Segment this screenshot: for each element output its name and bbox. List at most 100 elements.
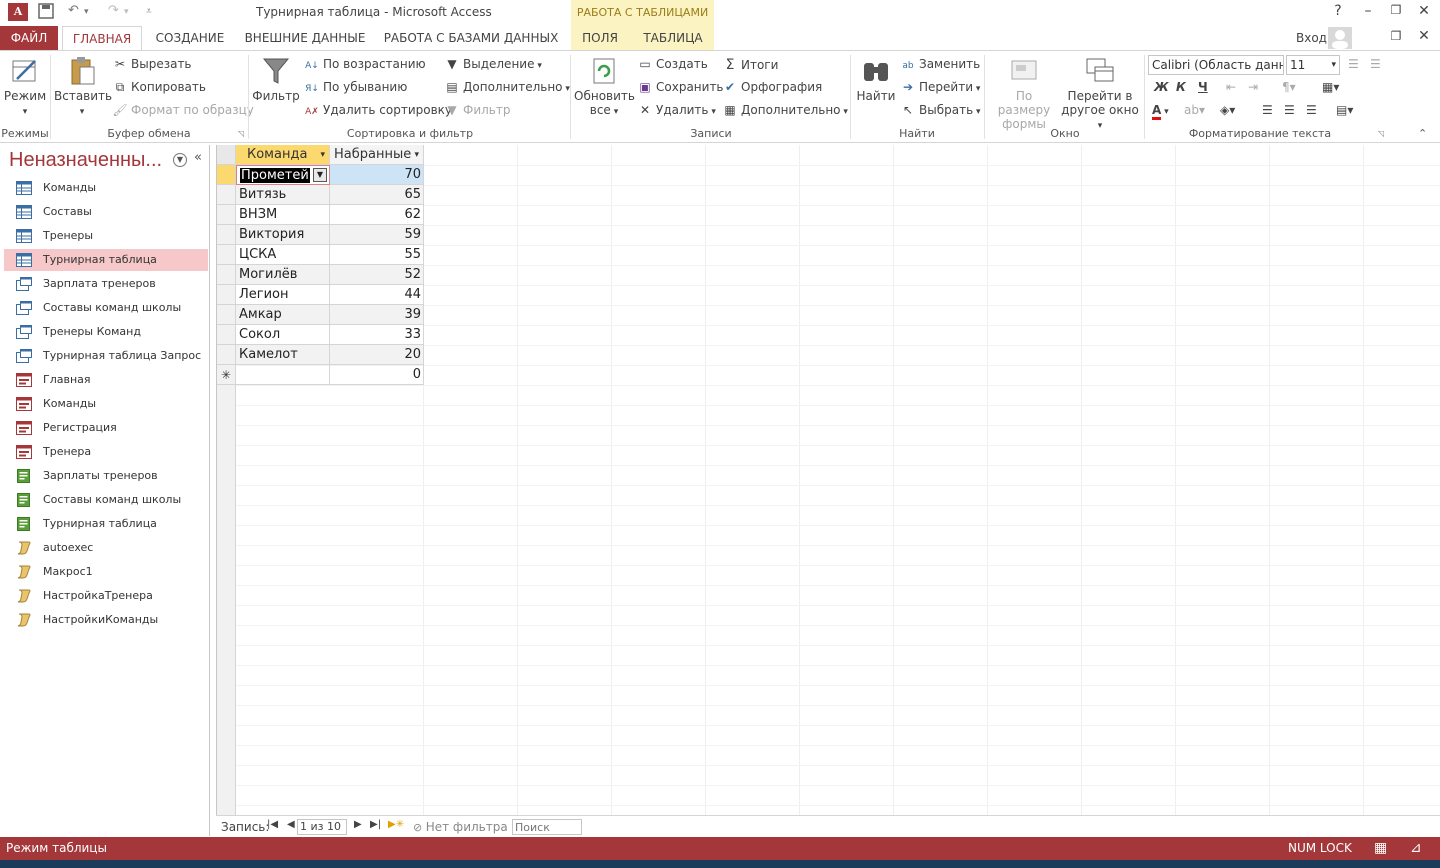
save-icon[interactable] <box>38 3 54 23</box>
row-selector[interactable] <box>217 165 236 185</box>
gridlines-icon[interactable]: ▦▾ <box>1322 80 1339 94</box>
collapse-ribbon-icon[interactable]: ⌃ <box>1418 127 1427 140</box>
filter-button[interactable]: Фильтр <box>252 55 300 103</box>
cell-points[interactable]: 39 <box>330 305 424 325</box>
sort-ascending-button[interactable]: A↓ По возрастанию <box>304 57 426 71</box>
tab-database-tools[interactable]: РАБОТА С БАЗАМИ ДАННЫХ <box>380 26 562 50</box>
tab-create[interactable]: СОЗДАНИЕ <box>148 26 232 50</box>
cell-team[interactable]: Виктория <box>236 225 330 245</box>
close-icon[interactable]: ✕ <box>1412 3 1436 19</box>
undo-dropdown-icon[interactable]: ▾ <box>84 7 89 17</box>
toggle-filter-button[interactable]: ▼ Фильтр <box>444 103 510 117</box>
row-selector[interactable] <box>217 185 236 205</box>
nav-item-query[interactable]: Турнирная таблица Запрос <box>4 345 208 367</box>
nav-item-macro[interactable]: НастройкиКоманды <box>4 609 208 631</box>
tab-external-data[interactable]: ВНЕШНИЕ ДАННЫЕ <box>240 26 370 50</box>
goto-button[interactable]: ➔ Перейти ▾ <box>900 80 980 94</box>
more-records-button[interactable]: ▦ Дополнительно ▾ <box>722 103 848 117</box>
dialog-launcher-icon[interactable]: ◹ <box>238 129 244 138</box>
nav-item-query[interactable]: Тренеры Команд <box>4 321 208 343</box>
align-left-icon[interactable]: ☰ <box>1262 103 1273 117</box>
cell-points[interactable]: 55 <box>330 245 424 265</box>
last-record-icon[interactable]: ▶| <box>370 819 381 830</box>
cell-points[interactable]: 70 <box>330 165 424 185</box>
row-selector[interactable] <box>217 225 236 245</box>
save-record-button[interactable]: ▣ Сохранить <box>637 80 723 94</box>
no-filter-button[interactable]: ⊘ Нет фильтра <box>413 820 508 834</box>
nav-item-query[interactable]: Зарплата тренеров <box>4 273 208 295</box>
nav-item-table[interactable]: Составы <box>4 201 208 223</box>
select-button[interactable]: ↖ Выбрать ▾ <box>900 103 981 117</box>
row-selector[interactable] <box>217 205 236 225</box>
view-mode-button[interactable]: Режим ▾ <box>2 55 48 117</box>
selection-button[interactable]: ▼ Выделение ▾ <box>444 57 541 71</box>
tab-fields[interactable]: ПОЛЯ <box>574 26 626 50</box>
increase-indent-icon[interactable]: ⇥ <box>1248 80 1258 94</box>
tab-file[interactable]: ФАЙЛ <box>0 26 58 50</box>
previous-record-icon[interactable]: ◀ <box>287 819 295 830</box>
cell-points[interactable]: 52 <box>330 265 424 285</box>
new-record-nav-icon[interactable]: ▶✳ <box>388 819 404 830</box>
paragraph-direction-icon[interactable]: ¶▾ <box>1282 80 1296 94</box>
size-to-fit-button[interactable]: По размеру формы <box>988 55 1060 131</box>
cell-points[interactable]: 20 <box>330 345 424 365</box>
refresh-all-button[interactable]: Обновить все ▾ <box>574 55 635 117</box>
nav-item-report[interactable]: Турнирная таблица <box>4 513 208 535</box>
font-size-select[interactable]: 11 ▾ <box>1286 55 1340 75</box>
paste-button[interactable]: Вставить ▾ <box>54 55 112 117</box>
nav-item-form[interactable]: Команды <box>4 393 208 415</box>
nav-item-form[interactable]: Регистрация <box>4 417 208 439</box>
decrease-indent-icon[interactable]: ⇤ <box>1226 80 1236 94</box>
nav-item-table[interactable]: Турнирная таблица <box>4 249 208 271</box>
new-record-button[interactable]: ▭ Создать <box>637 57 708 71</box>
column-filter-dropdown-icon[interactable]: ▾ <box>320 145 325 165</box>
alternate-row-color-icon[interactable]: ▤▾ <box>1336 103 1353 117</box>
cell-points[interactable]: 59 <box>330 225 424 245</box>
row-selector[interactable] <box>217 265 236 285</box>
row-selector[interactable] <box>217 325 236 345</box>
align-center-icon[interactable]: ☰ <box>1284 103 1295 117</box>
nav-item-table[interactable]: Команды <box>4 177 208 199</box>
dialog-launcher-icon[interactable]: ◹ <box>1378 129 1384 138</box>
next-record-icon[interactable]: ▶ <box>354 819 362 830</box>
help-icon[interactable]: ? <box>1326 3 1350 19</box>
nav-item-macro[interactable]: НастройкаТренера <box>4 585 208 607</box>
nav-menu-chevron-icon[interactable]: ▼ <box>173 153 187 167</box>
cell-team[interactable]: Витязь <box>236 185 330 205</box>
cell-team[interactable]: Сокол <box>236 325 330 345</box>
row-selector[interactable] <box>217 285 236 305</box>
cell-team[interactable]: Камелот <box>236 345 330 365</box>
bullets-icon[interactable]: ☰ <box>1348 57 1359 71</box>
minimize-icon[interactable]: – <box>1356 3 1380 19</box>
cell-team[interactable]: ВНЗМ <box>236 205 330 225</box>
customize-qat-icon[interactable]: ⩡ <box>146 6 152 17</box>
fill-color-icon[interactable]: ◈▾ <box>1220 103 1235 117</box>
restore-icon[interactable]: ❐ <box>1384 3 1408 17</box>
doc-restore-icon[interactable]: ❐ <box>1384 29 1408 43</box>
remove-sort-button[interactable]: A✗ Удалить сортировку <box>304 103 452 117</box>
redo-dropdown-icon[interactable]: ▾ <box>124 7 129 17</box>
advanced-filter-button[interactable]: ▤ Дополнительно ▾ <box>444 80 570 94</box>
format-painter-button[interactable]: 🖌 Формат по образцу <box>112 103 254 117</box>
nav-item-form[interactable]: Тренера <box>4 441 208 463</box>
find-button[interactable]: Найти <box>854 55 898 103</box>
datasheet-view-icon[interactable]: ▦ <box>1374 837 1387 860</box>
cell-team[interactable]: Легион <box>236 285 330 305</box>
sort-descending-indicator-icon[interactable]: ▾ <box>414 145 419 165</box>
italic-button[interactable]: К <box>1176 80 1186 94</box>
new-row-points-cell[interactable]: 0 <box>330 365 424 385</box>
nav-pane-title[interactable]: Неназначенны... <box>9 149 162 172</box>
underline-button[interactable]: Ч <box>1198 80 1208 94</box>
column-header-team[interactable]: Команда ▾ <box>236 145 330 165</box>
nav-item-report[interactable]: Составы команд школы <box>4 489 208 511</box>
spelling-button[interactable]: ✔ Орфография <box>722 80 822 94</box>
cut-button[interactable]: ✂ Вырезать <box>112 57 192 71</box>
cell-team[interactable]: Прометей ▼ <box>236 165 330 185</box>
tab-table[interactable]: ТАБЛИЦА <box>636 26 710 50</box>
row-selector[interactable] <box>217 345 236 365</box>
column-header-points[interactable]: Набранные ▾ <box>330 145 424 165</box>
nav-item-macro[interactable]: autoexec <box>4 537 208 559</box>
select-all-corner[interactable] <box>217 145 236 165</box>
sort-descending-button[interactable]: Я↓ По убыванию <box>304 80 407 94</box>
new-row-selector-icon[interactable]: ✳ <box>217 365 236 385</box>
